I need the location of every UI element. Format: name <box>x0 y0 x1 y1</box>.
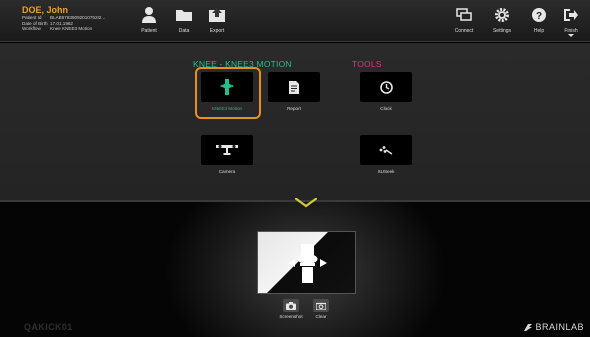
pointer-tool-icon <box>379 146 393 155</box>
clear-camera-icon <box>316 302 326 310</box>
workflow-panel <box>0 43 590 200</box>
knee-icon <box>220 79 234 95</box>
camera-icon <box>286 301 296 310</box>
top-bar: DOE, John Patient Id BLAB57835092010762I… <box>0 0 590 42</box>
tools-section-title: TOOLS <box>352 59 382 69</box>
workflow-row: Workflow Knee KNEE3 Motion <box>22 26 142 32</box>
patient-button[interactable]: Patient <box>131 4 167 38</box>
camera-label: Camera <box>218 169 236 174</box>
export-button[interactable]: Export <box>199 4 235 38</box>
suseek-label: SUSeek <box>377 169 395 174</box>
knee-joint-icon <box>288 244 327 283</box>
folder-icon <box>176 10 192 21</box>
clock-icon <box>379 80 393 94</box>
clear-label: Clear <box>315 314 327 319</box>
camera-tile[interactable] <box>201 135 253 165</box>
settings-button[interactable]: Settings <box>484 4 520 38</box>
data-button[interactable]: Data <box>166 4 202 38</box>
connect-button-label: Connect <box>454 28 474 34</box>
chevron-down-icon <box>568 34 574 37</box>
workflow-value: Knee KNEE3 Motion <box>50 26 93 32</box>
knee-motion-label: KNEE3 Motion <box>211 106 243 111</box>
knee-preview-image <box>257 231 356 294</box>
person-icon <box>142 7 156 23</box>
patient-info[interactable]: DOE, John Patient Id BLAB57835092010762I… <box>22 5 142 32</box>
finish-button-label: Finish <box>564 28 578 34</box>
connect-icon <box>456 8 472 21</box>
suseek-tile[interactable] <box>360 135 412 165</box>
help-button-label: Help <box>533 28 545 34</box>
connect-button[interactable]: Connect <box>446 4 482 38</box>
finish-button[interactable]: Finish <box>556 4 586 38</box>
clock-tile[interactable] <box>360 72 412 102</box>
brand-name: BRAINLAB <box>535 322 584 332</box>
clock-label: Clock <box>380 106 392 111</box>
gear-icon <box>495 8 509 22</box>
data-button-label: Data <box>178 28 190 34</box>
patient-button-label: Patient <box>141 28 157 34</box>
screenshot-button[interactable] <box>283 299 299 312</box>
report-icon <box>289 80 299 94</box>
exit-icon <box>564 9 578 21</box>
station-name: QAKICK01 <box>24 322 73 332</box>
export-button-label: Export <box>209 28 225 34</box>
camera-tracking-icon <box>216 144 238 155</box>
export-icon <box>209 8 225 22</box>
brainlab-mark-icon <box>524 323 533 331</box>
svg-text:?: ? <box>536 11 542 22</box>
clear-button[interactable] <box>313 299 329 312</box>
help-icon: ? <box>532 8 546 22</box>
report-label: Report <box>287 106 301 111</box>
workflow-label: Workflow <box>22 26 41 32</box>
settings-button-label: Settings <box>492 28 512 34</box>
report-tile[interactable] <box>268 72 320 102</box>
knee-motion-tile[interactable] <box>201 72 253 102</box>
brainlab-logo: BRAINLAB <box>523 322 584 332</box>
help-button[interactable]: ? Help <box>521 4 557 38</box>
patient-name: DOE, John <box>22 5 69 15</box>
collapse-chevron-icon[interactable] <box>295 198 317 208</box>
